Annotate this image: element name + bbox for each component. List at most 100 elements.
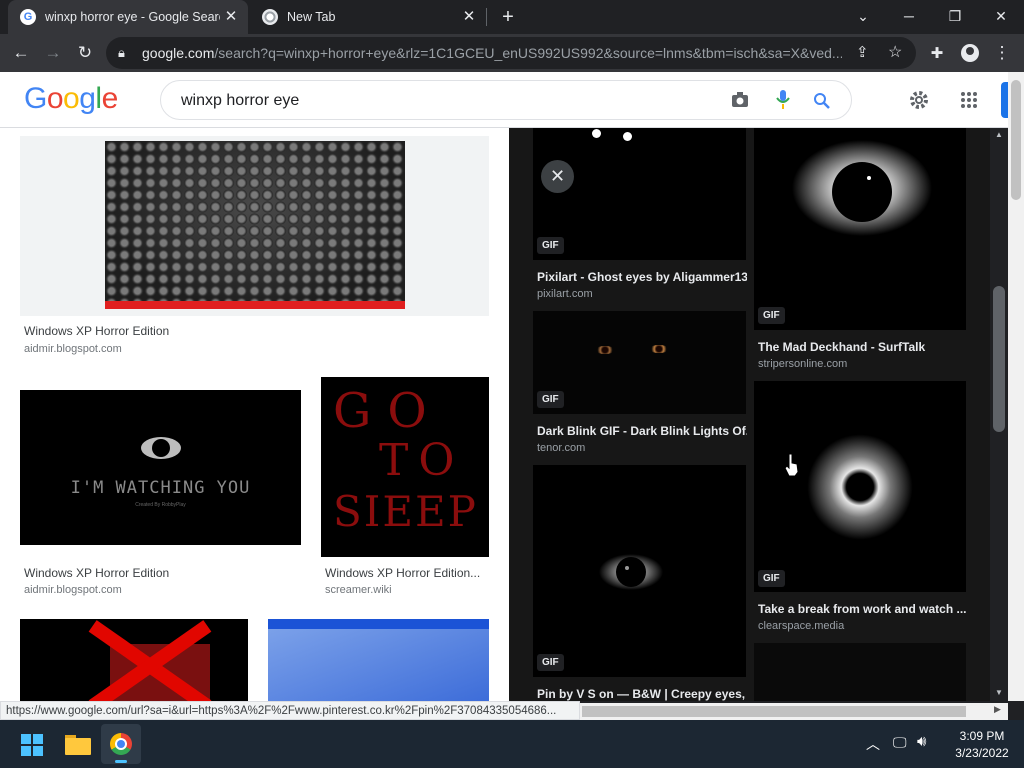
show-hidden-icons-chevron-icon[interactable]: ︿ bbox=[866, 734, 880, 754]
eye-graphic bbox=[792, 140, 932, 236]
camera-icon[interactable] bbox=[731, 92, 749, 108]
close-panel-button[interactable]: ✕ bbox=[541, 160, 574, 193]
panel-item-source[interactable]: clearspace.media bbox=[758, 620, 844, 632]
browser-toolbar: ← → ↻ 🔒︎ google.com/search?q=winxp+horro… bbox=[0, 34, 1024, 72]
menu-icon[interactable]: ⋮ bbox=[987, 38, 1017, 68]
new-tab-button[interactable]: + bbox=[496, 5, 520, 29]
watching-you-image[interactable]: I'M WATCHING YOU Created By RobbyPlay bbox=[20, 390, 301, 545]
panel-item-title[interactable]: Dark Blink GIF - Dark Blink Lights Of... bbox=[537, 424, 747, 438]
panel-item-source[interactable]: tenor.com bbox=[537, 442, 585, 454]
result-title[interactable]: Windows XP Horror Edition... bbox=[325, 566, 485, 580]
google-favicon: G bbox=[20, 9, 36, 25]
result-title[interactable]: Windows XP Horror Edition bbox=[24, 324, 169, 338]
panel-item-title[interactable]: Pixilart - Ghost eyes by Aligammer13 bbox=[537, 270, 747, 284]
search-box[interactable]: winxp horror eye bbox=[160, 80, 852, 120]
chrome-icon bbox=[110, 733, 132, 755]
clock-time[interactable]: 3:09 PM bbox=[957, 729, 1007, 743]
skulls-desktop-image[interactable] bbox=[105, 141, 405, 309]
close-window-button[interactable]: ✕ bbox=[978, 0, 1024, 32]
clock-date[interactable]: 3/23/2022 bbox=[947, 746, 1017, 760]
url-text[interactable]: google.com/search?q=winxp+horror+eye&rlz… bbox=[142, 45, 842, 61]
created-by-text: Created By RobbyPlay bbox=[135, 502, 186, 508]
tab-google-search[interactable]: G winxp horror eye - Google Search ✕ bbox=[8, 0, 248, 34]
next-result-gif[interactable] bbox=[754, 643, 966, 701]
red-taskbar bbox=[105, 301, 405, 309]
hscroll-thumb[interactable] bbox=[582, 706, 966, 717]
gif-badge: GIF bbox=[758, 570, 785, 587]
chrome-favicon bbox=[262, 9, 278, 25]
watching-text: I'M WATCHING YOU bbox=[70, 478, 251, 498]
windows-start-icon[interactable] bbox=[21, 734, 43, 756]
tab-title: winxp horror eye - Google Search bbox=[45, 10, 220, 24]
chrome-taskbar-button[interactable] bbox=[101, 724, 141, 764]
panel-scrollbar[interactable]: ▲ ▼ bbox=[990, 128, 1008, 701]
star-icon[interactable]: ☆ bbox=[888, 42, 902, 62]
tab-search-chevron-icon[interactable]: ⌄ bbox=[840, 0, 886, 32]
panel-item-title[interactable]: The Mad Deckhand - SurfTalk bbox=[758, 340, 968, 354]
blue-title-bar bbox=[268, 619, 489, 629]
panel-item-title[interactable]: Pin by V S on — B&W | Creepy eyes, ... bbox=[537, 687, 747, 701]
blink-eye-left bbox=[595, 346, 615, 354]
tab-strip: G winxp horror eye - Google Search ✕ New… bbox=[0, 0, 1024, 34]
network-icon[interactable]: 🖵︎ bbox=[893, 734, 907, 751]
scroll-thumb[interactable] bbox=[993, 286, 1005, 432]
close-tab-icon[interactable]: ✕ bbox=[222, 8, 240, 26]
share-icon[interactable]: ⇪ bbox=[856, 43, 869, 61]
result-source[interactable]: aidmir.blogspot.com bbox=[24, 343, 122, 355]
search-icon[interactable] bbox=[813, 92, 831, 110]
search-query[interactable]: winxp horror eye bbox=[181, 92, 299, 110]
tab-new-tab[interactable]: New Tab ✕ bbox=[250, 0, 486, 34]
result-image-card[interactable] bbox=[20, 136, 489, 316]
back-icon[interactable]: ← bbox=[6, 38, 36, 68]
panel-item-title[interactable]: Take a break from work and watch ... bbox=[758, 602, 968, 616]
lock-icon[interactable]: 🔒︎ bbox=[118, 45, 125, 61]
blue-screen-image[interactable] bbox=[268, 619, 489, 701]
red-x-image[interactable] bbox=[20, 619, 248, 701]
forward-icon[interactable]: → bbox=[38, 38, 68, 68]
tab-title: New Tab bbox=[287, 10, 336, 24]
result-source[interactable]: aidmir.blogspot.com bbox=[24, 584, 122, 596]
gif-badge: GIF bbox=[758, 307, 785, 324]
ghost-eyes-gif[interactable]: GIF bbox=[533, 128, 746, 260]
ghost-eye-right bbox=[623, 132, 632, 141]
chrome-icon-center bbox=[117, 740, 125, 748]
restore-button[interactable]: ❐ bbox=[932, 0, 978, 32]
go-text: GO bbox=[333, 383, 443, 439]
close-tab-icon[interactable]: ✕ bbox=[460, 8, 478, 26]
take-a-break-gif[interactable]: GIF bbox=[754, 381, 966, 592]
creepy-eye-gif[interactable]: GIF bbox=[533, 465, 746, 677]
gif-badge: GIF bbox=[537, 391, 564, 408]
address-bar[interactable]: 🔒︎ google.com/search?q=winxp+horror+eye&… bbox=[106, 37, 916, 69]
file-explorer-icon[interactable] bbox=[65, 733, 91, 755]
result-title[interactable]: Windows XP Horror Edition bbox=[24, 566, 294, 580]
microphone-icon[interactable] bbox=[776, 90, 790, 110]
reload-icon[interactable]: ↻ bbox=[70, 38, 100, 68]
extensions-icon[interactable]: ✚ bbox=[922, 38, 952, 68]
tab-divider bbox=[486, 8, 487, 26]
result-source[interactable]: screamer.wiki bbox=[325, 584, 392, 596]
go-to-sleep-image[interactable]: GO TO SIEEP bbox=[321, 377, 489, 557]
dark-blink-gif[interactable]: GIF bbox=[533, 311, 746, 414]
google-apps-icon[interactable] bbox=[960, 91, 978, 109]
page-scrollbar[interactable] bbox=[1008, 72, 1024, 701]
minimize-button[interactable]: ─ bbox=[886, 0, 932, 32]
google-logo[interactable]: Google bbox=[24, 82, 118, 116]
hand-cursor-icon bbox=[784, 453, 799, 477]
to-text: TO bbox=[379, 435, 465, 486]
settings-gear-icon[interactable] bbox=[908, 89, 930, 111]
mad-deckhand-gif[interactable]: GIF bbox=[754, 128, 966, 330]
page-scroll-thumb[interactable] bbox=[1011, 80, 1021, 200]
gif-badge: GIF bbox=[537, 237, 564, 254]
sign-in-button[interactable] bbox=[1001, 82, 1008, 118]
profile-icon[interactable] bbox=[955, 38, 985, 68]
panel-item-source[interactable]: stripersonline.com bbox=[758, 358, 847, 370]
skull-pattern bbox=[105, 141, 405, 301]
scroll-right-arrow-icon[interactable]: ▶ bbox=[994, 704, 1001, 715]
volume-icon[interactable]: 🔊︎ bbox=[917, 733, 926, 750]
horizontal-scrollbar[interactable]: ▶ bbox=[580, 703, 1008, 720]
scroll-up-arrow-icon[interactable]: ▲ bbox=[995, 130, 1003, 139]
link-status-bar: https://www.google.com/url?sa=i&url=http… bbox=[0, 701, 580, 720]
scroll-down-arrow-icon[interactable]: ▼ bbox=[995, 688, 1003, 697]
panel-item-source[interactable]: pixilart.com bbox=[537, 288, 593, 300]
gif-badge: GIF bbox=[537, 654, 564, 671]
